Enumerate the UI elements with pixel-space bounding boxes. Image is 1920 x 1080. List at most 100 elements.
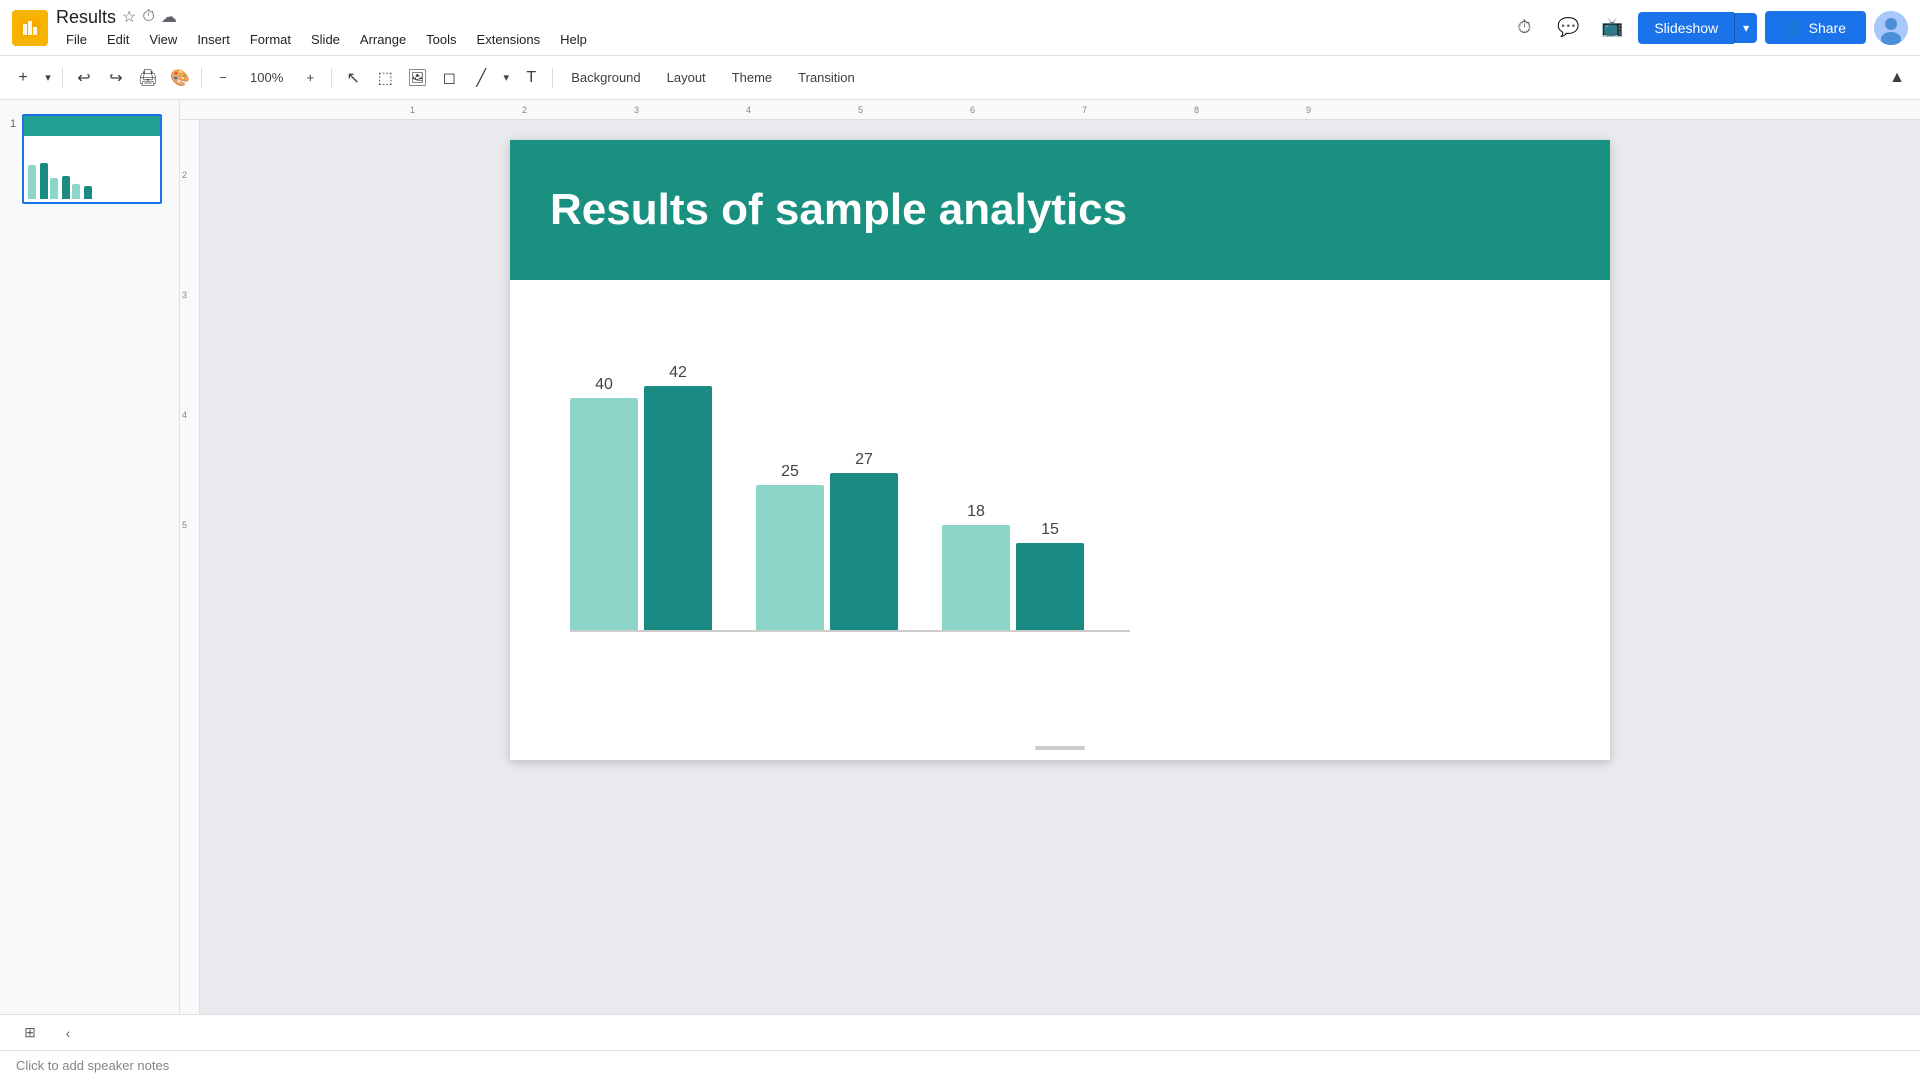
menu-help[interactable]: Help (550, 30, 597, 49)
share-button[interactable]: 👤 Share (1765, 11, 1866, 44)
bar-col-2b: 27 (830, 451, 898, 630)
menu-insert[interactable]: Insert (187, 30, 240, 49)
ruler-v-mark-5: 5 (182, 520, 187, 530)
bar-col-3a: 18 (942, 503, 1010, 630)
chart-baseline (570, 630, 1130, 632)
present-button[interactable]: 📺 (1594, 10, 1630, 46)
menu-format[interactable]: Format (240, 30, 301, 49)
bar-2a (756, 485, 824, 630)
menu-slide[interactable]: Slide (301, 30, 350, 49)
horizontal-ruler: 1 2 3 4 5 6 7 8 9 (180, 100, 1920, 120)
slide-title[interactable]: Results of sample analytics (550, 185, 1127, 235)
version-history-icon[interactable]: ⏱ (142, 8, 154, 26)
thumb-bar-1b (40, 163, 48, 199)
bar-value-3a: 18 (967, 503, 985, 521)
zoom-level[interactable]: 100% (240, 66, 293, 89)
line-dropdown[interactable]: ▾ (498, 63, 514, 93)
bar-2b (830, 473, 898, 630)
bar-group-3: 18 15 (942, 503, 1084, 630)
slide-number-1: 1 (10, 118, 16, 130)
print-button[interactable]: 🖨 (133, 63, 163, 93)
user-avatar[interactable] (1874, 11, 1908, 45)
menu-tools[interactable]: Tools (416, 30, 466, 49)
drive-save-icon[interactable]: ☁ (161, 7, 177, 27)
image-insert-button[interactable]: 🖼 (402, 63, 432, 93)
toolbar-divider-4 (552, 68, 553, 88)
background-button[interactable]: Background (559, 65, 652, 90)
share-label: Share (1809, 20, 1846, 36)
zoom-out-button[interactable]: − (208, 63, 238, 93)
bar-group-1: 40 42 (570, 364, 712, 630)
layout-button[interactable]: Layout (655, 65, 718, 90)
paint-format-button[interactable]: 🎨 (165, 63, 195, 93)
ruler-mark-7: 7 (1082, 105, 1087, 115)
history-button[interactable]: ⏱ (1506, 10, 1542, 46)
menu-bar: File Edit View Insert Format Slide Arran… (56, 30, 1498, 49)
line-button[interactable]: ╱ (466, 63, 496, 93)
menu-view[interactable]: View (139, 30, 187, 49)
redo-button[interactable]: ↪ (101, 63, 131, 93)
thumb-bar-group-2 (50, 176, 70, 199)
ruler-mark-4: 4 (746, 105, 751, 115)
menu-edit[interactable]: Edit (97, 30, 139, 49)
bar-1a (570, 398, 638, 630)
toolbar-divider-2 (201, 68, 202, 88)
chart-area[interactable]: 40 42 (510, 280, 1610, 672)
slide-thumbnail-container-1: 1 (6, 110, 173, 208)
star-icon[interactable]: ☆ (122, 7, 136, 27)
toolbar-divider-1 (62, 68, 63, 88)
speaker-notes-area[interactable]: Click to add speaker notes (0, 1050, 1920, 1080)
select-button[interactable]: ⬚ (370, 63, 400, 93)
toolbar-divider-3 (331, 68, 332, 88)
slides-panel: 1 (0, 100, 180, 1050)
shape-button[interactable]: ◻ (434, 63, 464, 93)
ruler-mark-6: 6 (970, 105, 975, 115)
canvas-area[interactable]: 1 2 3 4 5 6 7 8 9 2 3 4 5 Resu (180, 100, 1920, 1050)
thumb-bar-group-1 (28, 163, 48, 199)
add-slide-button[interactable]: + (8, 63, 38, 93)
menu-extensions[interactable]: Extensions (467, 30, 551, 49)
bar-col-2a: 25 (756, 463, 824, 630)
grid-view-button[interactable]: ⊞ (16, 1019, 44, 1047)
speaker-notes-placeholder[interactable]: Click to add speaker notes (16, 1058, 169, 1073)
comments-button[interactable]: 💬 (1550, 10, 1586, 46)
bar-col-3b: 15 (1016, 521, 1084, 630)
add-slide-dropdown[interactable]: ▾ (40, 63, 56, 93)
sidebar-collapse-button[interactable]: ‹ (54, 1019, 82, 1047)
slideshow-dropdown-button[interactable]: ▾ (1734, 13, 1757, 43)
doc-title-area: Results ☆ ⏱ ☁ File Edit View Insert Form… (56, 7, 1498, 49)
ruler-v-mark-2: 2 (182, 170, 187, 180)
undo-button[interactable]: ↩ (69, 63, 99, 93)
slide-canvas[interactable]: Results of sample analytics 40 (510, 140, 1610, 760)
thumb-header (24, 116, 160, 136)
thumb-bar-2b (62, 176, 70, 199)
thumb-bar-group-3 (72, 184, 92, 199)
slide-thumbnail-1[interactable] (22, 114, 162, 204)
theme-button[interactable]: Theme (720, 65, 784, 90)
slideshow-button[interactable]: Slideshow (1638, 12, 1734, 44)
collapse-toolbar-button[interactable]: ▲ (1882, 63, 1912, 93)
cursor-button[interactable]: ↖ (338, 63, 368, 93)
text-box-button[interactable]: T (516, 63, 546, 93)
zoom-in-button[interactable]: + (295, 63, 325, 93)
slide-title-area: Results of sample analytics (510, 140, 1610, 280)
share-icon: 👤 (1785, 19, 1802, 36)
toolbar: + ▾ ↩ ↪ 🖨 🎨 − 100% + ↖ ⬚ 🖼 ◻ ╱ ▾ T Backg… (0, 56, 1920, 100)
bar-value-2b: 27 (855, 451, 873, 469)
ruler-mark-2: 2 (522, 105, 527, 115)
thumb-bar-1a (28, 165, 36, 199)
topbar-right: ⏱ 💬 📺 Slideshow ▾ 👤 Share (1506, 10, 1908, 46)
doc-title[interactable]: Results (56, 7, 116, 28)
ruler-mark-5: 5 (858, 105, 863, 115)
thumb-bar-3b (84, 186, 92, 199)
doc-title-row: Results ☆ ⏱ ☁ (56, 7, 1498, 28)
bar-3a (942, 525, 1010, 630)
ruler-mark-3: 3 (634, 105, 639, 115)
menu-file[interactable]: File (56, 30, 97, 49)
bar-value-2a: 25 (781, 463, 799, 481)
menu-arrange[interactable]: Arrange (350, 30, 416, 49)
vertical-ruler: 2 3 4 5 (180, 120, 200, 1050)
ruler-mark-8: 8 (1194, 105, 1199, 115)
transition-button[interactable]: Transition (786, 65, 867, 90)
bar-col-1a: 40 (570, 376, 638, 630)
